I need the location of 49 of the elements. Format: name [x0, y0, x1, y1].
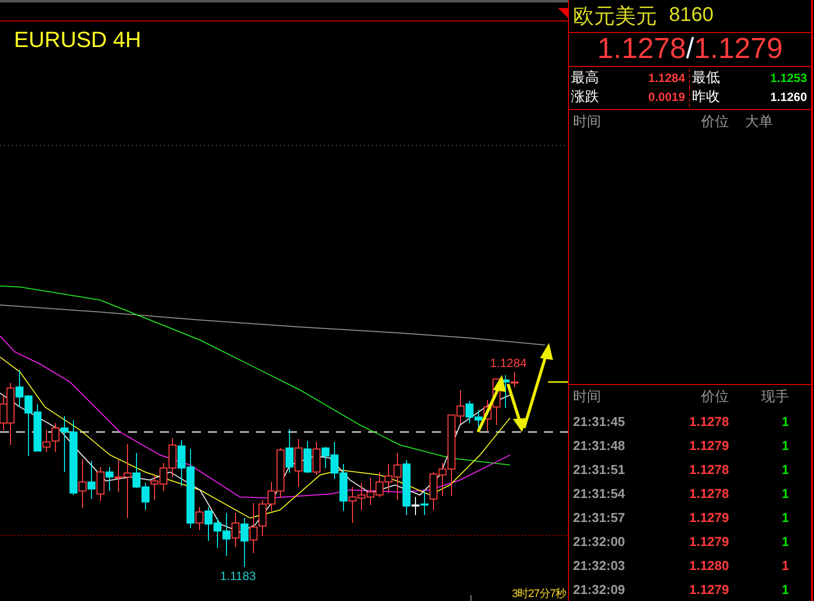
chart-title: EURUSD 4H	[14, 27, 142, 53]
bid-price: 1.1278	[597, 32, 686, 66]
tick-volume: 1	[780, 438, 790, 452]
stat-value: 1.1284	[648, 71, 685, 86]
low-price-label: 1.1183	[220, 569, 256, 583]
tick-price: 1.1278	[688, 414, 729, 428]
tick-volume: 1	[780, 558, 790, 572]
tick-volume: 1	[780, 534, 790, 548]
tick-price: 1.1279	[688, 582, 729, 596]
column-header: 大单	[744, 112, 774, 131]
tick-time: 21:31:48	[572, 438, 626, 452]
tick-time: 21:32:09	[572, 582, 626, 596]
tick-time: 21:31:57	[572, 510, 626, 524]
high-price-label: 1.1284	[490, 356, 527, 370]
tick-price: 1.1279	[688, 438, 729, 452]
tick-time: 21:32:00	[572, 534, 626, 548]
tick-price: 1.1280	[688, 558, 729, 572]
stat-label: 昨收	[692, 88, 720, 106]
tick-price: 1.1279	[688, 534, 729, 548]
tick-volume: 1	[780, 462, 790, 476]
column-header: 时间	[572, 112, 602, 131]
stat-label: 最低	[692, 69, 720, 88]
price-separator: /	[686, 32, 694, 66]
tick-time: 21:31:54	[572, 486, 626, 500]
countdown-label: 3时27分7秒	[512, 587, 566, 601]
ask-price: 1.1279	[694, 32, 783, 66]
stat-value: 0.0019	[648, 90, 685, 104]
column-header: 现手	[760, 388, 790, 406]
price-marker-line	[548, 381, 568, 383]
stat-label: 涨跌	[571, 88, 599, 106]
marker-triangle-icon	[558, 8, 568, 18]
column-header: 价位	[700, 112, 729, 131]
stat-label: 最高	[571, 69, 599, 88]
stat-value: 1.1253	[770, 71, 807, 86]
column-header: 价位	[700, 388, 729, 406]
column-header: 时间	[572, 388, 602, 406]
tick-time: 21:32:03	[572, 558, 626, 572]
tick-volume: 1	[780, 582, 790, 596]
tick-volume: 1	[780, 414, 790, 428]
instrument-name: 欧元美元	[573, 2, 657, 30]
tick-price: 1.1278	[688, 462, 729, 476]
tick-price: 1.1278	[688, 486, 729, 500]
instrument-code: 8160	[669, 4, 714, 28]
tick-time: 21:31:45	[572, 414, 626, 428]
tick-volume: 1	[780, 486, 790, 500]
tick-time: 21:31:51	[572, 462, 626, 476]
stat-value: 1.1260	[770, 90, 807, 104]
tick-volume: 1	[780, 510, 790, 524]
tick-price: 1.1279	[688, 510, 729, 524]
